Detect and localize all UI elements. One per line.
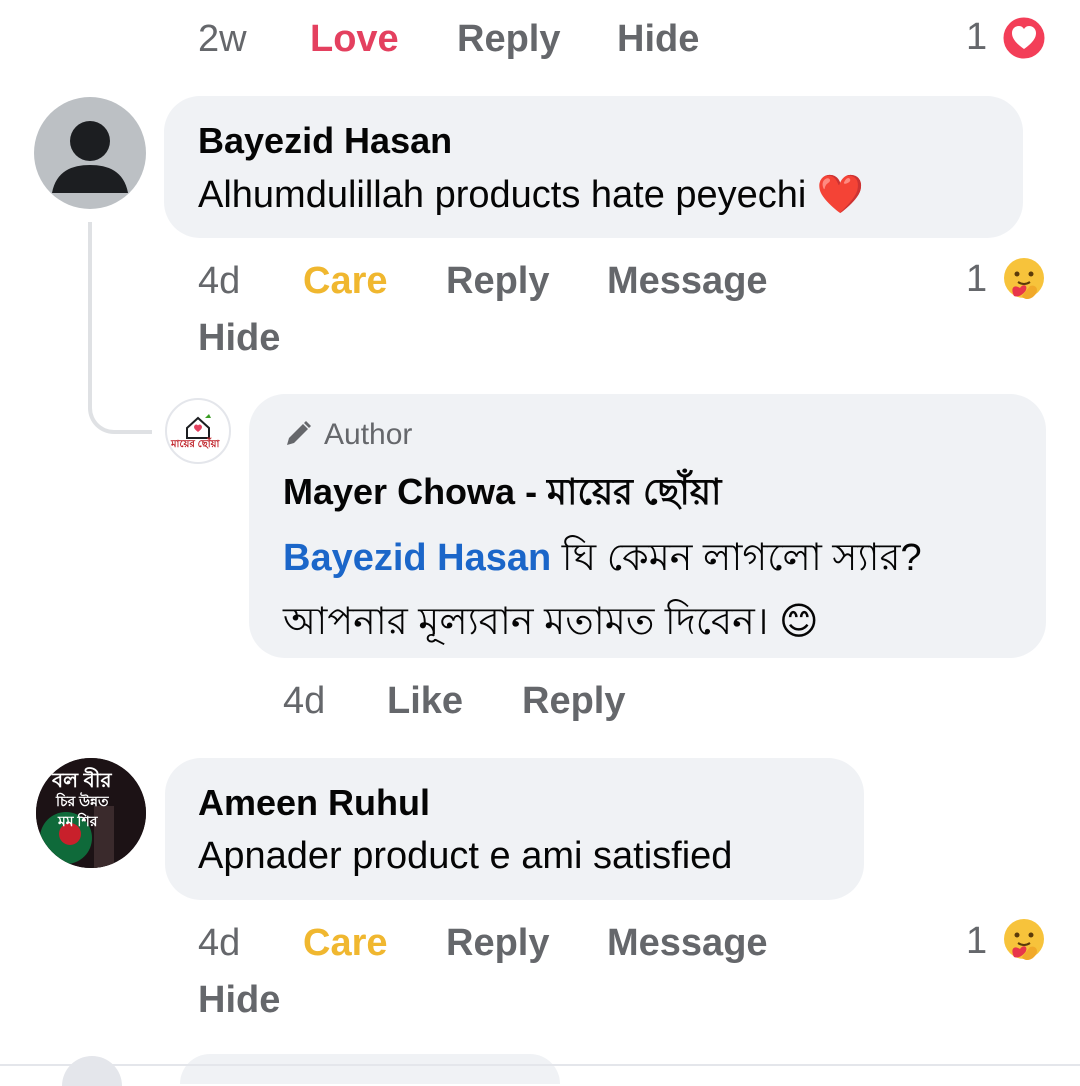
comment-time: 4d — [198, 260, 241, 302]
comment-bubble[interactable] — [165, 758, 864, 900]
love-reaction-icon — [1000, 14, 1048, 67]
avatar-text-3: মম শির — [58, 813, 98, 829]
pencil-icon — [283, 419, 313, 454]
default-user-icon — [52, 121, 128, 193]
thread-connector — [88, 222, 152, 434]
comment-text: ঘি কেমন লাগলো স্যার? — [551, 537, 922, 579]
reply-button[interactable]: Reply — [457, 18, 560, 61]
love-reaction-button[interactable]: Love — [310, 18, 399, 61]
page-avatar-text: মায়ের ছোঁয়া — [171, 439, 220, 450]
message-button[interactable]: Message — [607, 922, 768, 965]
care-reaction-button[interactable]: Care — [303, 260, 388, 303]
divider — [0, 1064, 1080, 1066]
reaction-count[interactable]: 1 — [966, 920, 987, 963]
care-reaction-icon — [1000, 256, 1048, 309]
next-avatar-partial — [62, 1056, 122, 1086]
comment-text-line-1: Bayezid Hasan ঘি কেমন লাগলো স্যার? — [283, 528, 922, 592]
like-button[interactable]: Like — [387, 680, 463, 723]
comment-time: 4d — [283, 680, 326, 722]
comment-time: 4d — [198, 922, 241, 964]
author-badge: Author — [324, 418, 413, 451]
hide-button[interactable]: Hide — [617, 18, 699, 61]
reaction-count[interactable]: 1 — [966, 258, 987, 301]
next-bubble-partial — [180, 1054, 560, 1084]
reply-button[interactable]: Reply — [446, 922, 549, 965]
care-reaction-icon — [1000, 917, 1048, 970]
care-reaction-button[interactable]: Care — [303, 922, 388, 965]
comment-text-line-2: আপনার মূল্যবান মতামত দিবেন। 😊 — [283, 601, 819, 643]
comment-time: 2w — [198, 18, 247, 60]
page-avatar[interactable]: মায়ের ছোঁয়া — [165, 398, 231, 464]
comment-author[interactable]: Ameen Ruhul — [198, 782, 430, 824]
message-button[interactable]: Message — [607, 260, 768, 303]
hide-button[interactable]: Hide — [198, 317, 280, 360]
reply-button[interactable]: Reply — [522, 680, 625, 723]
avatar[interactable]: বল বীর চির উন্নত মম শির — [36, 758, 146, 868]
hide-button[interactable]: Hide — [198, 979, 280, 1022]
comment-text: Apnader product e ami satisfied — [198, 835, 733, 877]
reply-button[interactable]: Reply — [446, 260, 549, 303]
comment-author[interactable]: Bayezid Hasan — [198, 120, 452, 162]
avatar[interactable] — [34, 97, 146, 209]
comment-author[interactable]: Mayer Chowa - মায়ের ছোঁয়া — [283, 465, 721, 525]
reaction-count[interactable]: 1 — [966, 16, 987, 59]
mention-link[interactable]: Bayezid Hasan — [283, 537, 551, 579]
comment-text: Alhumdulillah products hate peyechi ❤️ — [198, 174, 865, 216]
